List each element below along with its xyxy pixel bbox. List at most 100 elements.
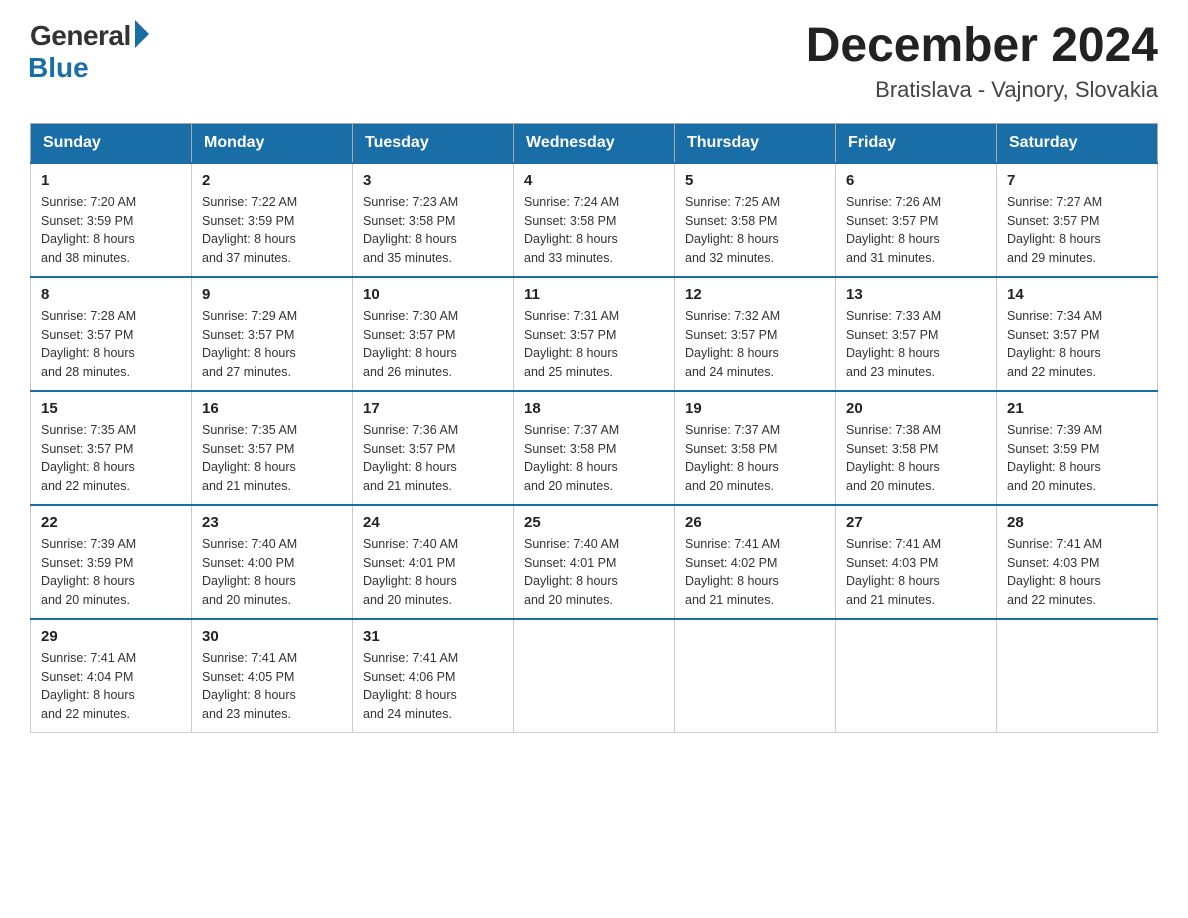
calendar-title: December 2024 (806, 20, 1158, 73)
day-number: 16 (202, 400, 342, 417)
day-number: 21 (1007, 400, 1147, 417)
day-cell-31: 31 Sunrise: 7:41 AM Sunset: 4:06 PM Dayl… (353, 619, 514, 733)
header-day-monday: Monday (192, 123, 353, 163)
header-day-saturday: Saturday (997, 123, 1158, 163)
day-number: 1 (41, 172, 181, 189)
empty-cell (514, 619, 675, 733)
day-number: 9 (202, 286, 342, 303)
calendar-subtitle: Bratislava - Vajnory, Slovakia (806, 77, 1158, 103)
day-number: 7 (1007, 172, 1147, 189)
header-row: SundayMondayTuesdayWednesdayThursdayFrid… (31, 123, 1158, 163)
day-info: Sunrise: 7:40 AM Sunset: 4:01 PM Dayligh… (363, 535, 503, 610)
day-info: Sunrise: 7:36 AM Sunset: 3:57 PM Dayligh… (363, 421, 503, 496)
day-info: Sunrise: 7:35 AM Sunset: 3:57 PM Dayligh… (41, 421, 181, 496)
week-row-3: 15 Sunrise: 7:35 AM Sunset: 3:57 PM Dayl… (31, 391, 1158, 505)
day-cell-20: 20 Sunrise: 7:38 AM Sunset: 3:58 PM Dayl… (836, 391, 997, 505)
day-cell-21: 21 Sunrise: 7:39 AM Sunset: 3:59 PM Dayl… (997, 391, 1158, 505)
day-info: Sunrise: 7:41 AM Sunset: 4:04 PM Dayligh… (41, 649, 181, 724)
calendar-table: SundayMondayTuesdayWednesdayThursdayFrid… (30, 123, 1158, 733)
logo-general-text: General (30, 20, 131, 52)
day-number: 15 (41, 400, 181, 417)
header-day-sunday: Sunday (31, 123, 192, 163)
day-cell-12: 12 Sunrise: 7:32 AM Sunset: 3:57 PM Dayl… (675, 277, 836, 391)
day-cell-7: 7 Sunrise: 7:27 AM Sunset: 3:57 PM Dayli… (997, 163, 1158, 277)
day-cell-27: 27 Sunrise: 7:41 AM Sunset: 4:03 PM Dayl… (836, 505, 997, 619)
day-info: Sunrise: 7:22 AM Sunset: 3:59 PM Dayligh… (202, 193, 342, 268)
page-header: General Blue December 2024 Bratislava - … (30, 20, 1158, 103)
day-info: Sunrise: 7:41 AM Sunset: 4:03 PM Dayligh… (1007, 535, 1147, 610)
day-info: Sunrise: 7:31 AM Sunset: 3:57 PM Dayligh… (524, 307, 664, 382)
header-day-friday: Friday (836, 123, 997, 163)
day-cell-14: 14 Sunrise: 7:34 AM Sunset: 3:57 PM Dayl… (997, 277, 1158, 391)
day-cell-1: 1 Sunrise: 7:20 AM Sunset: 3:59 PM Dayli… (31, 163, 192, 277)
day-info: Sunrise: 7:24 AM Sunset: 3:58 PM Dayligh… (524, 193, 664, 268)
day-info: Sunrise: 7:32 AM Sunset: 3:57 PM Dayligh… (685, 307, 825, 382)
day-cell-3: 3 Sunrise: 7:23 AM Sunset: 3:58 PM Dayli… (353, 163, 514, 277)
day-number: 17 (363, 400, 503, 417)
week-row-1: 1 Sunrise: 7:20 AM Sunset: 3:59 PM Dayli… (31, 163, 1158, 277)
header-day-tuesday: Tuesday (353, 123, 514, 163)
day-cell-30: 30 Sunrise: 7:41 AM Sunset: 4:05 PM Dayl… (192, 619, 353, 733)
day-info: Sunrise: 7:20 AM Sunset: 3:59 PM Dayligh… (41, 193, 181, 268)
day-number: 14 (1007, 286, 1147, 303)
day-info: Sunrise: 7:40 AM Sunset: 4:00 PM Dayligh… (202, 535, 342, 610)
day-number: 13 (846, 286, 986, 303)
day-cell-26: 26 Sunrise: 7:41 AM Sunset: 4:02 PM Dayl… (675, 505, 836, 619)
empty-cell (836, 619, 997, 733)
day-number: 31 (363, 628, 503, 645)
day-info: Sunrise: 7:26 AM Sunset: 3:57 PM Dayligh… (846, 193, 986, 268)
week-row-2: 8 Sunrise: 7:28 AM Sunset: 3:57 PM Dayli… (31, 277, 1158, 391)
day-cell-8: 8 Sunrise: 7:28 AM Sunset: 3:57 PM Dayli… (31, 277, 192, 391)
day-info: Sunrise: 7:41 AM Sunset: 4:05 PM Dayligh… (202, 649, 342, 724)
logo-arrow-icon (135, 20, 149, 48)
day-number: 2 (202, 172, 342, 189)
day-number: 11 (524, 286, 664, 303)
day-cell-28: 28 Sunrise: 7:41 AM Sunset: 4:03 PM Dayl… (997, 505, 1158, 619)
day-cell-9: 9 Sunrise: 7:29 AM Sunset: 3:57 PM Dayli… (192, 277, 353, 391)
week-row-5: 29 Sunrise: 7:41 AM Sunset: 4:04 PM Dayl… (31, 619, 1158, 733)
day-info: Sunrise: 7:41 AM Sunset: 4:02 PM Dayligh… (685, 535, 825, 610)
day-cell-10: 10 Sunrise: 7:30 AM Sunset: 3:57 PM Dayl… (353, 277, 514, 391)
day-cell-16: 16 Sunrise: 7:35 AM Sunset: 3:57 PM Dayl… (192, 391, 353, 505)
empty-cell (675, 619, 836, 733)
day-cell-25: 25 Sunrise: 7:40 AM Sunset: 4:01 PM Dayl… (514, 505, 675, 619)
day-cell-13: 13 Sunrise: 7:33 AM Sunset: 3:57 PM Dayl… (836, 277, 997, 391)
day-number: 19 (685, 400, 825, 417)
day-number: 27 (846, 514, 986, 531)
day-cell-29: 29 Sunrise: 7:41 AM Sunset: 4:04 PM Dayl… (31, 619, 192, 733)
day-number: 25 (524, 514, 664, 531)
day-info: Sunrise: 7:40 AM Sunset: 4:01 PM Dayligh… (524, 535, 664, 610)
day-number: 10 (363, 286, 503, 303)
title-section: December 2024 Bratislava - Vajnory, Slov… (806, 20, 1158, 103)
calendar-header: SundayMondayTuesdayWednesdayThursdayFrid… (31, 123, 1158, 163)
day-info: Sunrise: 7:29 AM Sunset: 3:57 PM Dayligh… (202, 307, 342, 382)
day-info: Sunrise: 7:23 AM Sunset: 3:58 PM Dayligh… (363, 193, 503, 268)
day-cell-4: 4 Sunrise: 7:24 AM Sunset: 3:58 PM Dayli… (514, 163, 675, 277)
day-number: 18 (524, 400, 664, 417)
day-number: 28 (1007, 514, 1147, 531)
day-number: 26 (685, 514, 825, 531)
logo-blue-text: Blue (28, 52, 89, 84)
day-info: Sunrise: 7:28 AM Sunset: 3:57 PM Dayligh… (41, 307, 181, 382)
day-number: 30 (202, 628, 342, 645)
day-cell-18: 18 Sunrise: 7:37 AM Sunset: 3:58 PM Dayl… (514, 391, 675, 505)
calendar-body: 1 Sunrise: 7:20 AM Sunset: 3:59 PM Dayli… (31, 163, 1158, 733)
day-info: Sunrise: 7:35 AM Sunset: 3:57 PM Dayligh… (202, 421, 342, 496)
day-cell-19: 19 Sunrise: 7:37 AM Sunset: 3:58 PM Dayl… (675, 391, 836, 505)
day-info: Sunrise: 7:34 AM Sunset: 3:57 PM Dayligh… (1007, 307, 1147, 382)
day-cell-2: 2 Sunrise: 7:22 AM Sunset: 3:59 PM Dayli… (192, 163, 353, 277)
logo: General Blue (30, 20, 149, 84)
day-info: Sunrise: 7:39 AM Sunset: 3:59 PM Dayligh… (1007, 421, 1147, 496)
day-info: Sunrise: 7:41 AM Sunset: 4:06 PM Dayligh… (363, 649, 503, 724)
day-number: 3 (363, 172, 503, 189)
logo-top: General (30, 20, 149, 52)
day-cell-24: 24 Sunrise: 7:40 AM Sunset: 4:01 PM Dayl… (353, 505, 514, 619)
day-number: 23 (202, 514, 342, 531)
day-number: 20 (846, 400, 986, 417)
day-cell-11: 11 Sunrise: 7:31 AM Sunset: 3:57 PM Dayl… (514, 277, 675, 391)
day-info: Sunrise: 7:37 AM Sunset: 3:58 PM Dayligh… (685, 421, 825, 496)
day-info: Sunrise: 7:33 AM Sunset: 3:57 PM Dayligh… (846, 307, 986, 382)
day-number: 4 (524, 172, 664, 189)
day-cell-5: 5 Sunrise: 7:25 AM Sunset: 3:58 PM Dayli… (675, 163, 836, 277)
day-number: 12 (685, 286, 825, 303)
